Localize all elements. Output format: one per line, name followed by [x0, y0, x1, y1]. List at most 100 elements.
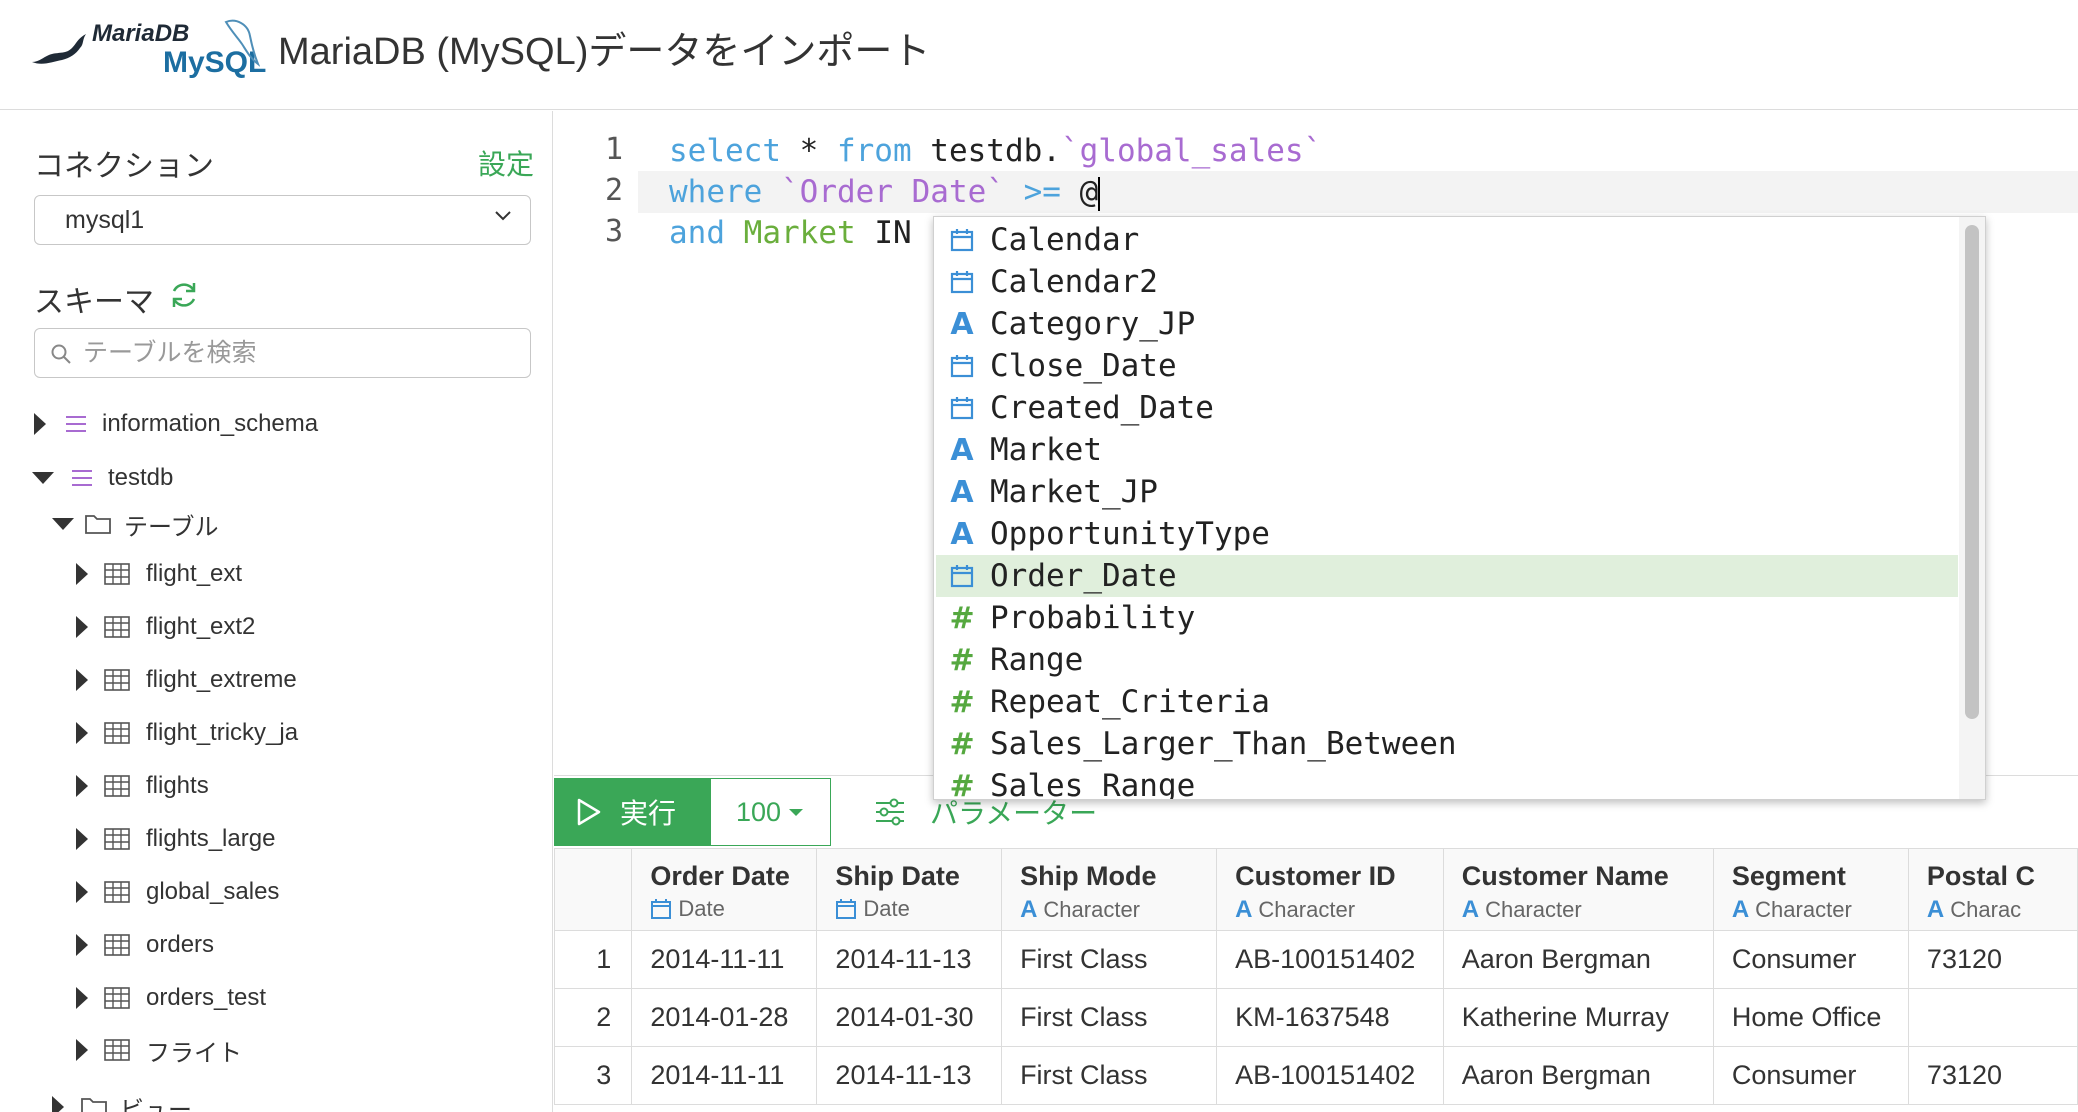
expand-arrow-icon[interactable]: [34, 413, 46, 435]
autocomplete-item[interactable]: Calendar2: [936, 261, 1958, 303]
autocomplete-item[interactable]: Created_Date: [936, 387, 1958, 429]
autocomplete-item[interactable]: Calendar: [936, 219, 1958, 261]
tree-table-global-sales[interactable]: global_sales: [76, 872, 279, 912]
tree-table-flight-extreme[interactable]: flight_extreme: [76, 660, 297, 700]
autocomplete-item[interactable]: # Probability: [936, 597, 1958, 639]
table-cell[interactable]: First Class: [1001, 988, 1218, 1047]
run-button[interactable]: 実行: [554, 778, 710, 846]
tree-table-flight-ext[interactable]: flight_ext: [76, 554, 242, 594]
autocomplete-item[interactable]: # Repeat_Criteria: [936, 681, 1958, 723]
autocomplete-item[interactable]: A OpportunityType: [936, 513, 1958, 555]
table-cell[interactable]: First Class: [1001, 930, 1218, 989]
tree-folder-views[interactable]: ビュー: [52, 1087, 192, 1112]
tree-item-label: information_schema: [102, 410, 319, 437]
table-cell[interactable]: 2014-01-30: [816, 988, 1003, 1047]
tree-table-orders-test[interactable]: orders_test: [76, 978, 266, 1018]
expand-arrow-icon[interactable]: [76, 775, 88, 797]
table-cell[interactable]: 73120: [1907, 1046, 2078, 1105]
tree-table-flight-ja[interactable]: フライト: [76, 1030, 242, 1070]
line-number: 2: [604, 173, 624, 208]
table-grid-icon: [104, 1039, 130, 1061]
settings-link[interactable]: 設定: [478, 143, 534, 183]
autocomplete-scrollbar[interactable]: [1959, 217, 1985, 799]
sql-keyword: from: [836, 133, 912, 169]
calendar-icon: [950, 226, 974, 254]
table-cell[interactable]: Consumer: [1712, 1046, 1909, 1105]
expand-arrow-icon[interactable]: [76, 616, 88, 638]
table-cell[interactable]: 2014-11-13: [816, 1046, 1003, 1105]
column-header[interactable]: Customer Name A Character: [1442, 848, 1714, 931]
column-header[interactable]: Order Date Date: [631, 848, 818, 931]
expand-arrow-icon[interactable]: [76, 934, 88, 956]
expand-arrow-icon[interactable]: [76, 1039, 88, 1061]
table-cell[interactable]: [1907, 988, 2078, 1047]
column-header[interactable]: Postal C A Charac: [1907, 848, 2078, 931]
column-type: A Character: [1462, 896, 1695, 924]
autocomplete-item-selected[interactable]: Order_Date: [936, 555, 1958, 597]
table-cell[interactable]: 2014-11-13: [816, 930, 1003, 989]
table-cell[interactable]: Aaron Bergman: [1442, 930, 1714, 989]
table-cell[interactable]: 2014-11-11: [631, 1046, 818, 1105]
number-icon: #: [949, 684, 975, 720]
tree-table-flights[interactable]: flights: [76, 766, 209, 806]
autocomplete-item[interactable]: A Market_JP: [936, 471, 1958, 513]
autocomplete-item[interactable]: A Market: [936, 429, 1958, 471]
expand-arrow-icon[interactable]: [76, 987, 88, 1009]
column-header[interactable]: Segment A Character: [1712, 848, 1909, 931]
collapse-arrow-icon[interactable]: [52, 518, 74, 530]
table-cell[interactable]: 2014-01-28: [631, 988, 818, 1047]
table-cell[interactable]: AB-100151402: [1216, 930, 1444, 989]
autocomplete-item[interactable]: # Sales_Larger_Than_Between: [936, 723, 1958, 765]
column-type-label: Character: [1258, 897, 1356, 922]
scrollbar-thumb[interactable]: [1965, 225, 1979, 719]
table-cell[interactable]: First Class: [1001, 1046, 1218, 1105]
tree-schema-testdb[interactable]: testdb: [32, 458, 173, 498]
logo-mariadb-text: MariaDB: [92, 20, 190, 47]
number-icon: #: [949, 726, 975, 762]
connection-select[interactable]: mysql1: [34, 195, 531, 245]
tree-table-flight-ext2[interactable]: flight_ext2: [76, 607, 255, 647]
row-number: 1: [554, 930, 633, 989]
column-header[interactable]: Customer ID A Character: [1216, 848, 1444, 931]
expand-arrow-icon[interactable]: [52, 1096, 64, 1112]
tree-table-orders[interactable]: orders: [76, 925, 214, 965]
expand-arrow-icon[interactable]: [76, 563, 88, 585]
table-cell[interactable]: 2014-11-11: [631, 930, 818, 989]
table-row[interactable]: 2 2014-01-28 2014-01-30 First Class KM-1…: [554, 988, 2078, 1047]
autocomplete-item[interactable]: # Range: [936, 639, 1958, 681]
column-type: A Character: [1020, 896, 1198, 924]
autocomplete-item[interactable]: # Sales_Range: [936, 765, 1958, 799]
table-cell[interactable]: AB-100151402: [1216, 1046, 1444, 1105]
autocomplete-item[interactable]: Close_Date: [936, 345, 1958, 387]
table-grid-icon: [104, 828, 130, 850]
character-icon: A: [950, 432, 974, 468]
tree-item-label: testdb: [108, 464, 174, 491]
collapse-arrow-icon[interactable]: [32, 472, 54, 484]
table-row[interactable]: 3 2014-11-11 2014-11-13 First Class AB-1…: [554, 1046, 2078, 1105]
column-header[interactable]: Ship Date Date: [816, 848, 1003, 931]
autocomplete-item[interactable]: A Category_JP: [936, 303, 1958, 345]
tree-table-flights-large[interactable]: flights_large: [76, 819, 275, 859]
column-type: Date: [650, 896, 798, 922]
refresh-icon[interactable]: [168, 279, 200, 311]
table-cell[interactable]: Katherine Murray: [1442, 988, 1714, 1047]
column-header[interactable]: Ship Mode A Character: [1001, 848, 1218, 931]
table-cell[interactable]: Consumer: [1712, 930, 1909, 989]
table-row[interactable]: 1 2014-11-11 2014-11-13 First Class AB-1…: [554, 930, 2078, 989]
table-cell[interactable]: KM-1637548: [1216, 988, 1444, 1047]
sql-keyword: and: [669, 215, 725, 251]
tree-table-flight-tricky-ja[interactable]: flight_tricky_ja: [76, 713, 298, 753]
expand-arrow-icon[interactable]: [76, 828, 88, 850]
row-limit-dropdown[interactable]: 100: [710, 778, 831, 846]
expand-arrow-icon[interactable]: [76, 722, 88, 744]
expand-arrow-icon[interactable]: [76, 881, 88, 903]
tree-item-label: flights_large: [146, 825, 276, 852]
expand-arrow-icon[interactable]: [76, 669, 88, 691]
tree-schema-information-schema[interactable]: information_schema: [34, 404, 318, 444]
table-cell[interactable]: 73120: [1907, 930, 2078, 989]
tree-folder-tables[interactable]: テーブル: [52, 504, 219, 544]
column-name: Ship Mode: [1020, 861, 1157, 891]
table-cell[interactable]: Aaron Bergman: [1442, 1046, 1714, 1105]
table-cell[interactable]: Home Office: [1712, 988, 1909, 1047]
table-search-input[interactable]: [34, 328, 531, 378]
